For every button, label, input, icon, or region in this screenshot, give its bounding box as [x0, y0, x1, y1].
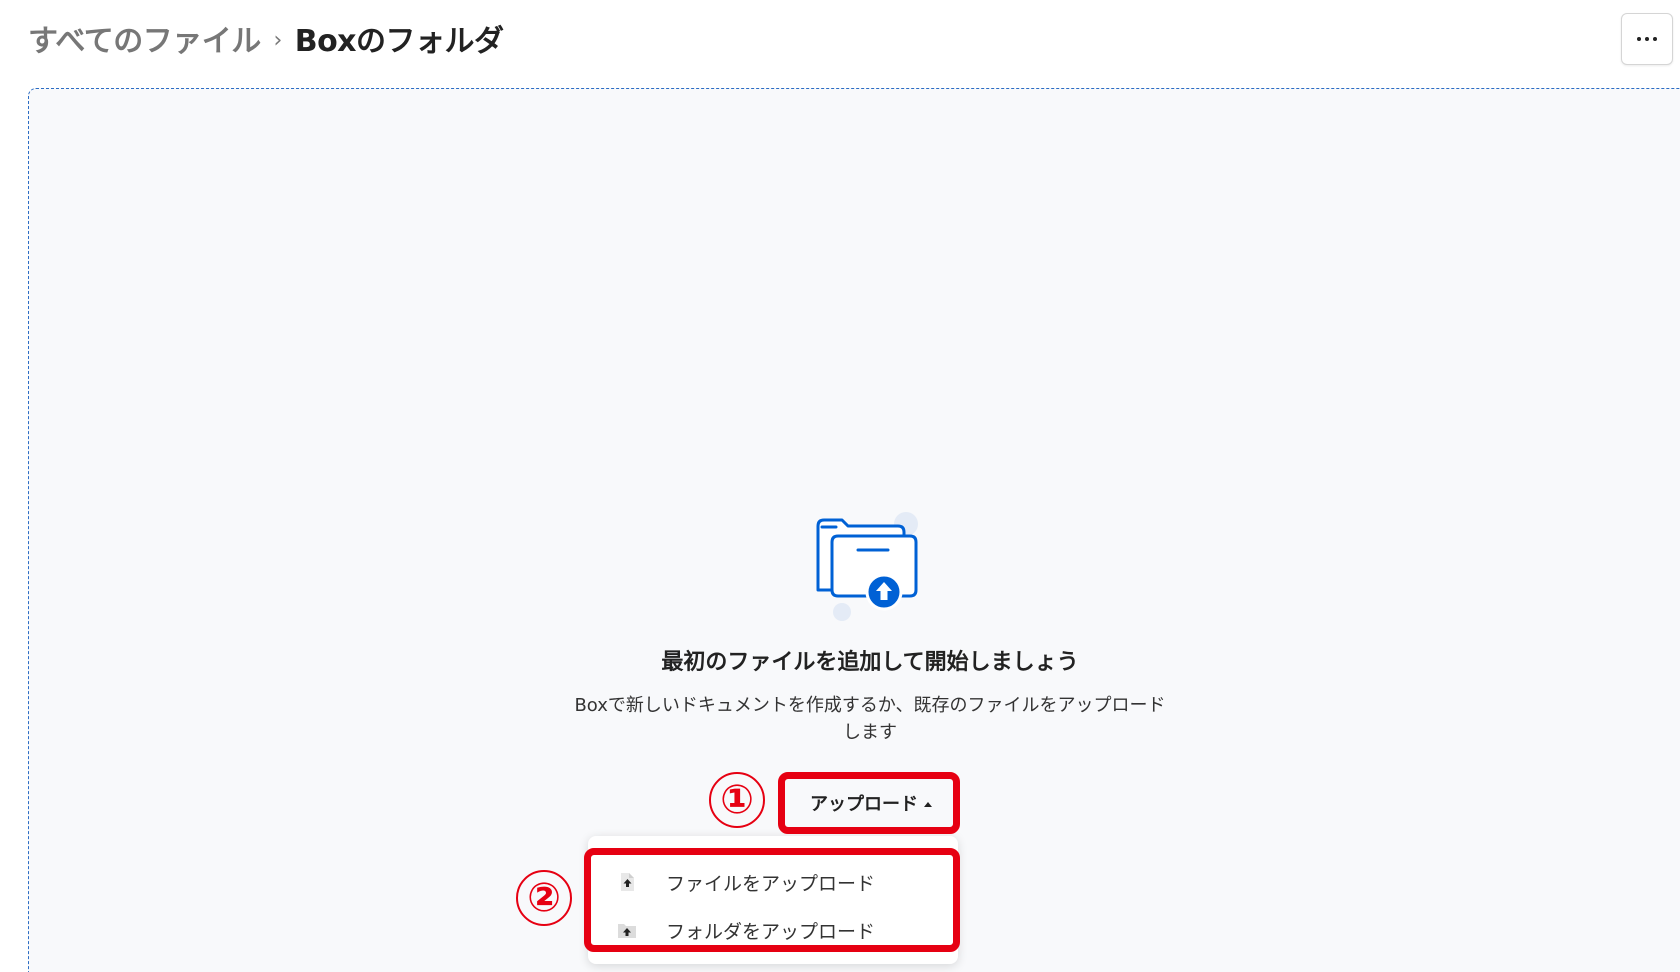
- upload-button-label: アップロード: [810, 794, 918, 815]
- file-upload-icon: [621, 873, 634, 891]
- breadcrumb-all-files[interactable]: すべてのファイル: [28, 16, 261, 60]
- breadcrumb-separator-icon: ›: [273, 27, 283, 53]
- upload-button[interactable]: アップロード: [786, 778, 956, 828]
- menu-item-label: ファイルをアップロード: [666, 872, 876, 895]
- caret-up-icon: [924, 801, 932, 807]
- empty-state-subtitle: Boxで新しいドキュメントを作成するか、既存のファイルをアップロードします: [574, 695, 1166, 743]
- menu-item-upload-file[interactable]: ファイルをアップロード: [588, 858, 958, 906]
- upload-dropdown-menu: ファイルをアップロード フォルダをアップロード: [588, 836, 958, 964]
- more-horizontal-icon: [1635, 37, 1659, 41]
- breadcrumb-current-folder: Boxのフォルダ: [294, 24, 504, 59]
- breadcrumb: すべてのファイル › Boxのフォルダ: [28, 16, 504, 60]
- menu-item-upload-folder[interactable]: フォルダをアップロード: [588, 906, 958, 954]
- menu-item-label: フォルダをアップロード: [666, 920, 876, 943]
- page: すべてのファイル › Boxのフォルダ 最初のファイルを追加して開始しましょう …: [0, 0, 1680, 972]
- folder-upload-icon: [816, 512, 918, 621]
- folder-upload-icon: [618, 924, 636, 938]
- more-options-button[interactable]: [1621, 13, 1673, 65]
- empty-state-title: 最初のファイルを追加して開始しましょう: [661, 650, 1079, 675]
